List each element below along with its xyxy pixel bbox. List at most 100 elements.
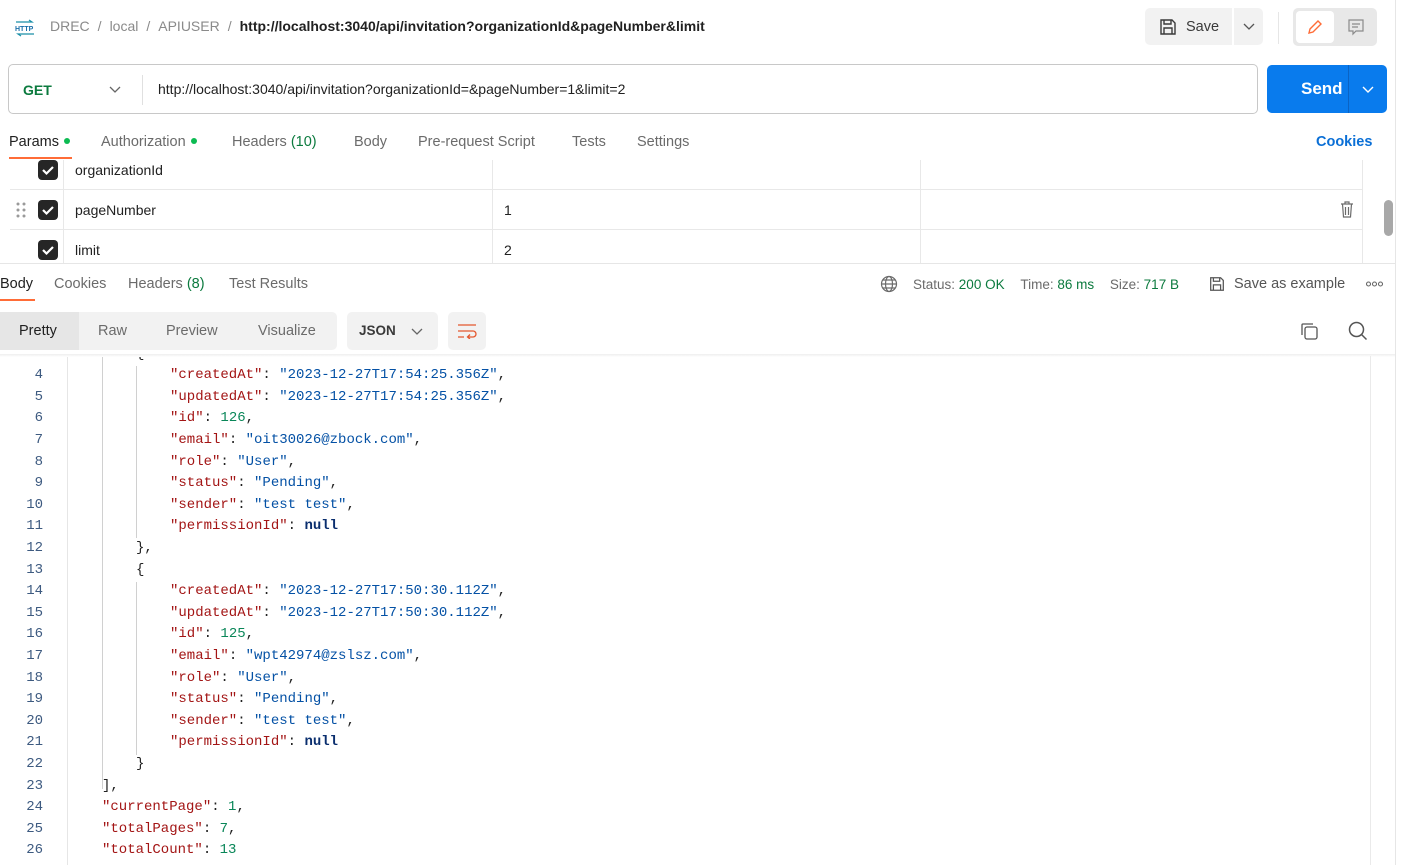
code-token: ],: [102, 777, 119, 794]
param-description[interactable]: [920, 160, 1363, 190]
tab-label: Settings: [637, 134, 690, 150]
response-tab-body[interactable]: Body: [0, 276, 33, 292]
param-key[interactable]: organizationId: [63, 160, 492, 190]
tab-body[interactable]: Body: [354, 134, 387, 150]
param-row: pageNumber 1: [10, 190, 1363, 230]
code-token: "permissionId": [170, 734, 288, 751]
code-token: "updatedAt": [170, 604, 263, 621]
param-value[interactable]: 1: [492, 190, 920, 230]
comments-button[interactable]: [1337, 11, 1375, 43]
line-number: 4: [34, 367, 43, 384]
save-button[interactable]: Save: [1145, 8, 1232, 45]
scrollbar[interactable]: [1384, 200, 1393, 236]
code-token: "totalPages": [102, 820, 203, 837]
view-visualize[interactable]: Visualize: [258, 312, 316, 350]
breadcrumb-item[interactable]: DREC: [50, 18, 90, 34]
code-token: :: [287, 518, 305, 535]
chevron-down-icon[interactable]: [1362, 86, 1374, 94]
cookies-link[interactable]: Cookies: [1316, 134, 1372, 150]
code-token: {: [136, 561, 145, 578]
drag-handle-icon[interactable]: [16, 202, 26, 218]
method-select[interactable]: GET: [23, 82, 52, 98]
code-token: "2023-12-27T17:50:30.112Z": [279, 604, 498, 621]
url-input[interactable]: http://localhost:3040/api/invitation?org…: [158, 81, 625, 97]
send-button[interactable]: Send: [1267, 65, 1387, 113]
code-token: "status": [170, 691, 238, 708]
tab-label: Cookies: [54, 276, 107, 292]
line-number: 24: [26, 799, 43, 816]
param-row: limit 2: [10, 230, 1363, 263]
code-token: ,: [245, 410, 255, 427]
param-value[interactable]: 2: [492, 230, 920, 263]
line-number: 17: [26, 648, 43, 664]
code-line: "id": 125,: [170, 624, 254, 646]
breadcrumb-item[interactable]: APIUSER: [158, 18, 219, 34]
tab-tests[interactable]: Tests: [572, 134, 606, 150]
param-description[interactable]: [920, 230, 1363, 263]
code-line: "sender": "test test",: [170, 495, 355, 517]
save-dropdown-button[interactable]: [1234, 8, 1263, 45]
copy-icon[interactable]: [1300, 322, 1319, 341]
response-body-editor[interactable]: 3 {4 "createdAt": "2023-12-27T17:54:25.356…: [0, 356, 1370, 865]
save-icon: [1210, 277, 1224, 291]
code-line: "currentPage": 1,: [102, 797, 245, 819]
tab-pre-request-script[interactable]: Pre-request Script: [418, 134, 535, 150]
search-icon[interactable]: [1348, 321, 1368, 341]
code-token: :: [228, 648, 246, 664]
code-line: "totalCount": 13: [102, 840, 236, 862]
code-token: :: [202, 842, 220, 859]
line-number: 9: [34, 475, 43, 492]
code-token: ,: [497, 583, 507, 600]
response-tab-headers[interactable]: Headers (8): [128, 276, 205, 292]
param-description[interactable]: [920, 190, 1363, 230]
tab-params[interactable]: Params: [9, 134, 70, 150]
param-key[interactable]: limit: [63, 230, 492, 263]
format-select[interactable]: JSON: [347, 312, 438, 350]
line-number: 21: [26, 734, 43, 751]
scrollbar-track[interactable]: [1370, 356, 1371, 865]
line-number: 14: [26, 583, 43, 600]
time-value[interactable]: 86 ms: [1057, 277, 1094, 292]
line-number: 25: [26, 820, 43, 837]
status-value[interactable]: 200 OK: [959, 277, 1005, 292]
request-name[interactable]: http://localhost:3040/api/invitation?org…: [240, 18, 705, 34]
tab-headers[interactable]: Headers (10): [232, 134, 317, 150]
format-label: JSON: [359, 323, 396, 338]
params-table: organizationId pageNumber 1 limit 2: [0, 160, 1370, 263]
send-label: Send: [1301, 79, 1343, 98]
view-preview[interactable]: Preview: [166, 312, 218, 350]
save-as-example-button[interactable]: Save as example: [1208, 275, 1345, 293]
tab-settings[interactable]: Settings: [637, 134, 689, 150]
code-token: ,: [228, 820, 237, 837]
view-raw[interactable]: Raw: [98, 312, 127, 350]
checkbox[interactable]: [38, 240, 58, 260]
tab-label: Headers: [128, 276, 183, 292]
response-tab-test-results[interactable]: Test Results: [229, 276, 308, 292]
code-token: "Pending": [254, 475, 330, 492]
edit-button[interactable]: [1296, 11, 1334, 43]
param-key[interactable]: pageNumber: [63, 190, 492, 230]
code-line: "updatedAt": "2023-12-27T17:50:30.112Z",: [170, 603, 506, 625]
param-value[interactable]: [492, 160, 920, 190]
breadcrumb-item[interactable]: local: [110, 18, 139, 34]
checkbox[interactable]: [38, 160, 58, 180]
trash-icon[interactable]: [1340, 201, 1354, 218]
more-options-icon[interactable]: [1366, 281, 1383, 287]
response-tab-cookies[interactable]: Cookies: [54, 276, 106, 292]
active-tab-indicator: [9, 157, 72, 159]
view-pretty[interactable]: Pretty: [0, 312, 79, 350]
response-meta: Status: 200 OK Time: 86 ms Size: 717 B: [913, 277, 1179, 292]
pencil-icon: [1308, 20, 1322, 34]
code-token: ,: [329, 691, 339, 708]
line-number: 5: [34, 388, 43, 405]
code-token: "permissionId": [170, 518, 288, 535]
size-value[interactable]: 717 B: [1144, 277, 1179, 292]
wrap-lines-button[interactable]: [448, 312, 486, 350]
tab-authorization[interactable]: Authorization: [101, 134, 197, 150]
checkbox[interactable]: [38, 200, 58, 220]
code-token: ,: [346, 712, 355, 729]
code-token: :: [228, 432, 246, 448]
globe-icon[interactable]: [880, 275, 898, 293]
chevron-down-icon[interactable]: [109, 86, 121, 94]
code-token: "id": [170, 626, 204, 643]
